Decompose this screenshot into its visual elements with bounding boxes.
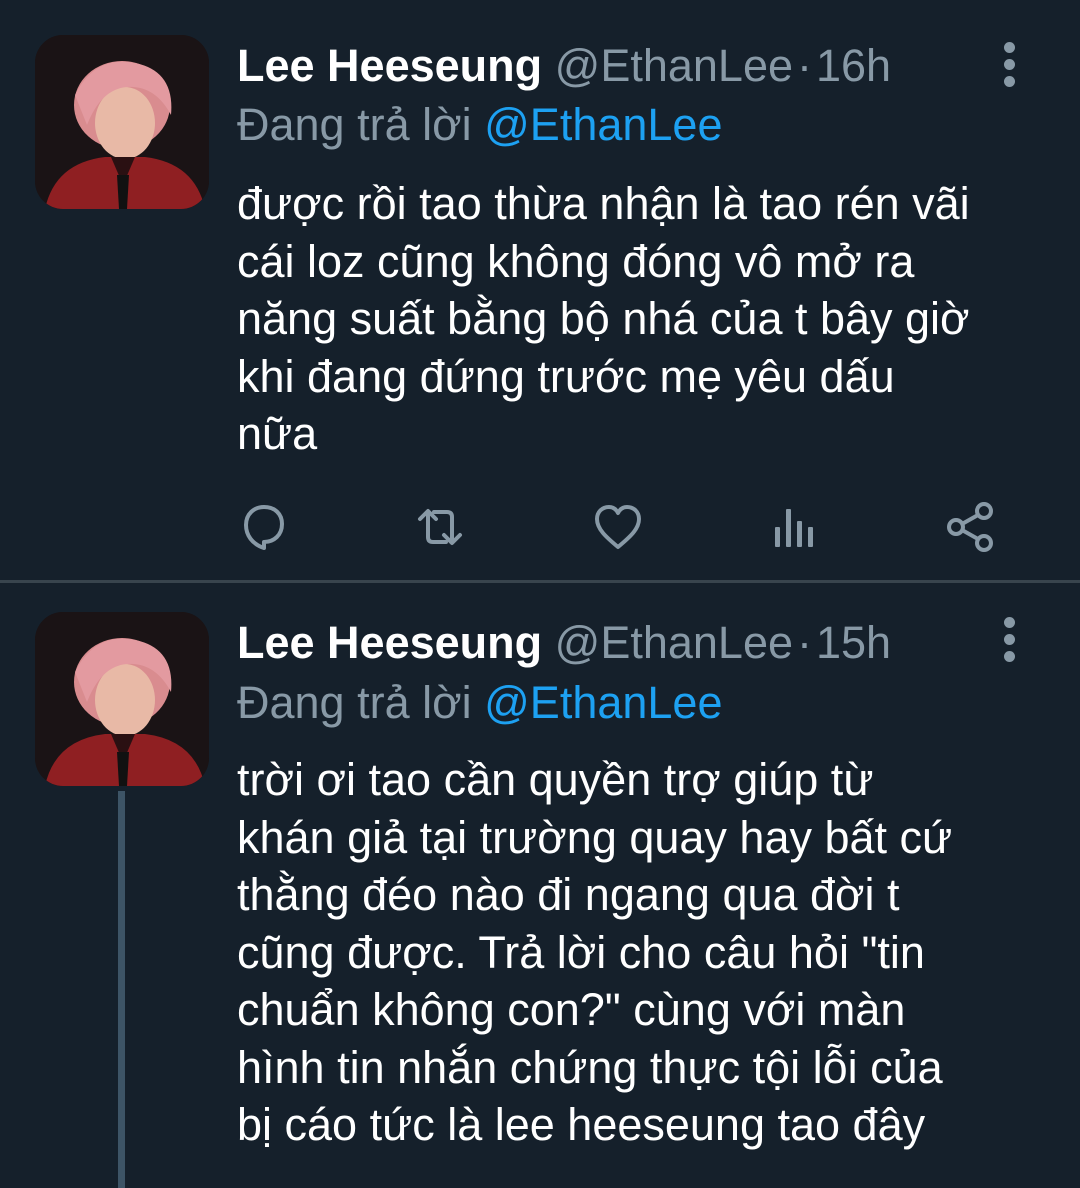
tweet-text: được rồi tao thừa nhận là tao rén vãi cá… [237,178,970,459]
tweet[interactable]: Lee Heeseung @EthanLee·16h Đang trả lời … [0,0,1080,580]
separator-dot: · [797,617,812,668]
tweet-text: trời ơi tao cần quyền trợ giúp từ khán g… [237,754,953,1150]
replying-mention[interactable]: @EthanLee [484,99,722,150]
tweet[interactable]: Lee Heeseung @EthanLee·15h Đang trả lời … [0,583,1080,1188]
tweet-feed: Lee Heeseung @EthanLee·16h Đang trả lời … [0,0,1080,1188]
avatar-image [35,35,209,209]
tweet-time[interactable]: 16h [816,40,891,91]
avatar-image [35,612,209,786]
more-options-icon[interactable] [994,42,1024,90]
author-name[interactable]: Lee Heeseung [237,40,542,91]
tweet-time[interactable]: 15h [816,617,891,668]
analytics-icon[interactable] [764,497,824,557]
author-handle[interactable]: @EthanLee [555,617,793,668]
avatar[interactable] [35,612,209,786]
author-name[interactable]: Lee Heeseung [237,617,542,668]
reply-icon[interactable] [234,497,294,557]
replying-to: Đang trả lời @EthanLee [237,673,722,733]
tweet-header: Lee Heeseung @EthanLee·16h [237,35,891,97]
separator-dot: · [797,40,812,91]
share-icon[interactable] [940,497,1000,557]
retweet-icon[interactable] [410,497,470,557]
replying-prefix: Đang trả lời [237,677,472,728]
tweet-header: Lee Heeseung @EthanLee·15h [237,612,891,674]
avatar[interactable] [35,35,209,209]
thread-line [118,791,125,1188]
like-icon[interactable] [588,497,648,557]
replying-prefix: Đang trả lời [237,99,472,150]
more-options-icon[interactable] [994,617,1024,665]
replying-to: Đang trả lời @EthanLee [237,95,722,155]
replying-mention[interactable]: @EthanLee [484,677,722,728]
author-handle[interactable]: @EthanLee [555,40,793,91]
tweet-actions [0,497,1080,557]
